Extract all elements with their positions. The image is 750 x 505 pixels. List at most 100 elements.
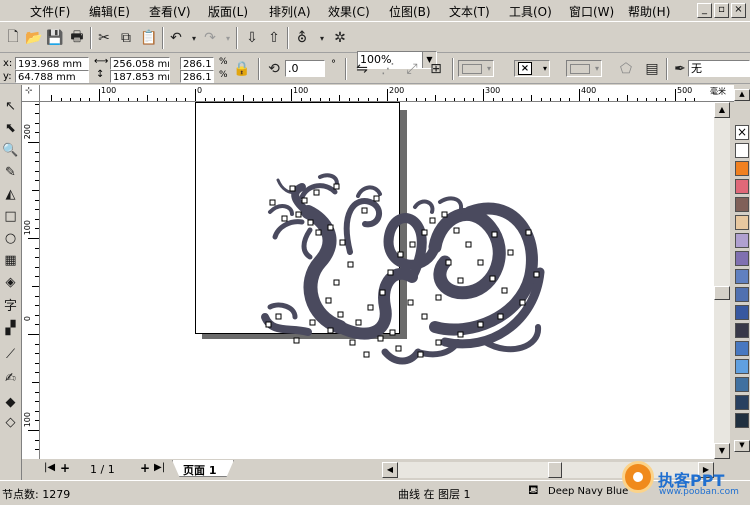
color-swatch[interactable] (735, 179, 749, 194)
menu-bitmaps[interactable]: 位图(B) (389, 3, 431, 20)
menu-window[interactable]: 窗口(W) (569, 3, 614, 20)
node-handle[interactable] (457, 277, 464, 284)
import-icon[interactable]: ⇩ (242, 28, 262, 48)
to-curve-icon[interactable]: ⤢ (402, 59, 422, 79)
corel-online-icon[interactable]: ✲ (330, 28, 350, 48)
node-handle[interactable] (333, 279, 340, 286)
node-handle[interactable] (477, 321, 484, 328)
menu-effects[interactable]: 效果(C) (328, 3, 370, 20)
node-handle[interactable] (397, 251, 404, 258)
node-handle[interactable] (395, 345, 402, 352)
print-icon[interactable]: 🖶 (67, 28, 87, 48)
node-handle[interactable] (421, 313, 428, 320)
node-handle[interactable] (313, 189, 320, 196)
ruler-origin[interactable]: ⊹ (22, 85, 40, 102)
rectangle-tool-icon[interactable]: □ (1, 205, 20, 227)
node-handle[interactable] (409, 241, 416, 248)
minimize-button[interactable]: _ (697, 3, 712, 18)
scale-x-field[interactable]: 286.1 (180, 57, 214, 70)
node-handle[interactable] (349, 339, 356, 346)
polygon-tool-icon[interactable]: ▦ (1, 249, 20, 271)
menu-text[interactable]: 文本(T) (449, 3, 490, 20)
color-swatch[interactable] (735, 359, 749, 374)
node-handle[interactable] (301, 197, 308, 204)
drawing-canvas[interactable] (40, 102, 714, 459)
break-apart-icon[interactable]: ⋰ (378, 59, 398, 79)
launcher-dropdown-icon[interactable]: ▾ (312, 28, 332, 48)
shape-tool-icon[interactable]: ⬉ (1, 117, 20, 139)
menu-help[interactable]: 帮助(H) (628, 3, 670, 20)
node-handle[interactable] (309, 319, 316, 326)
node-handle[interactable] (327, 224, 334, 231)
node-handle[interactable] (477, 259, 484, 266)
color-swatch[interactable] (735, 305, 749, 320)
close-button[interactable]: × (731, 3, 746, 18)
node-handle[interactable] (355, 319, 362, 326)
wrap-icon[interactable]: ⊞ (426, 59, 446, 79)
node-handle[interactable] (325, 297, 332, 304)
scroll-down-icon[interactable]: ▼ (714, 443, 730, 459)
eyedropper-tool-icon[interactable]: ⟋ (1, 343, 20, 365)
color-swatch[interactable] (735, 269, 749, 284)
color-swatch[interactable] (735, 377, 749, 392)
first-page-icon[interactable]: |◀ (44, 462, 55, 473)
paste-icon[interactable]: 📋 (139, 28, 159, 48)
node-handle[interactable] (377, 335, 384, 342)
fill-tool-icon[interactable]: ◆ (1, 391, 20, 413)
y-position-field[interactable]: 64.788 mm (15, 70, 89, 83)
node-handle[interactable] (361, 207, 368, 214)
node-handle[interactable] (347, 261, 354, 268)
node-handle[interactable] (337, 311, 344, 318)
zoom-tool-icon[interactable]: 🔍 (1, 139, 20, 161)
menu-tools[interactable]: 工具(O) (509, 3, 552, 20)
rotation-angle-field[interactable]: .0 (285, 60, 325, 77)
copy-icon[interactable]: ⧉ (116, 28, 136, 48)
pick-tool-icon[interactable]: ↖ (1, 95, 20, 117)
horizontal-scroll-thumb[interactable] (548, 462, 562, 478)
palette-up-icon[interactable]: ▲ (734, 89, 750, 101)
outline-width-field[interactable]: 无 (688, 60, 750, 77)
scroll-up-icon[interactable]: ▲ (714, 102, 730, 118)
node-handle[interactable] (333, 183, 340, 190)
cut-icon[interactable]: ✂ (94, 28, 114, 48)
node-handle[interactable] (501, 287, 508, 294)
node-handle[interactable] (519, 299, 526, 306)
node-handle[interactable] (293, 337, 300, 344)
export-icon[interactable]: ⇧ (264, 28, 284, 48)
node-handle[interactable] (441, 211, 448, 218)
node-handle[interactable] (379, 289, 386, 296)
menu-arrange[interactable]: 排列(A) (269, 3, 311, 20)
outline-pen-icon[interactable]: ✒ (670, 59, 690, 79)
node-handle[interactable] (465, 241, 472, 248)
scroll-left-icon[interactable]: ◀ (382, 462, 398, 478)
ellipse-tool-icon[interactable]: ○ (1, 227, 20, 249)
application-launcher-icon[interactable]: ⛢ (292, 28, 312, 48)
rotation-icon[interactable]: ⟲ (264, 59, 284, 79)
add-page-after-icon[interactable]: + (140, 461, 150, 475)
menu-layout[interactable]: 版面(L) (208, 3, 248, 20)
redo-icon[interactable]: ↷ (200, 28, 220, 48)
node-handle[interactable] (435, 339, 442, 346)
node-handle[interactable] (289, 185, 296, 192)
outline-tool-icon[interactable]: ✍ (1, 367, 20, 389)
color-swatch[interactable] (735, 251, 749, 266)
node-handle[interactable] (453, 227, 460, 234)
open-icon[interactable]: 📂 (24, 28, 44, 48)
vertical-scroll-thumb[interactable] (714, 286, 730, 300)
color-swatch[interactable] (735, 233, 749, 248)
node-handle[interactable] (275, 313, 282, 320)
node-handle[interactable] (389, 329, 396, 336)
node-handle[interactable] (417, 351, 424, 358)
node-handle[interactable] (489, 275, 496, 282)
node-handle[interactable] (307, 219, 314, 226)
node-handle[interactable] (315, 229, 322, 236)
freehand-tool-icon[interactable]: ✎ (1, 161, 20, 183)
node-handle[interactable] (269, 199, 276, 206)
undo-icon[interactable]: ↶ (166, 28, 186, 48)
color-swatch[interactable] (735, 395, 749, 410)
color-swatch[interactable] (735, 197, 749, 212)
scale-y-field[interactable]: 286.1 (180, 70, 214, 83)
node-handle[interactable] (327, 327, 334, 334)
node-handle[interactable] (445, 259, 452, 266)
node-handle[interactable] (387, 269, 394, 276)
